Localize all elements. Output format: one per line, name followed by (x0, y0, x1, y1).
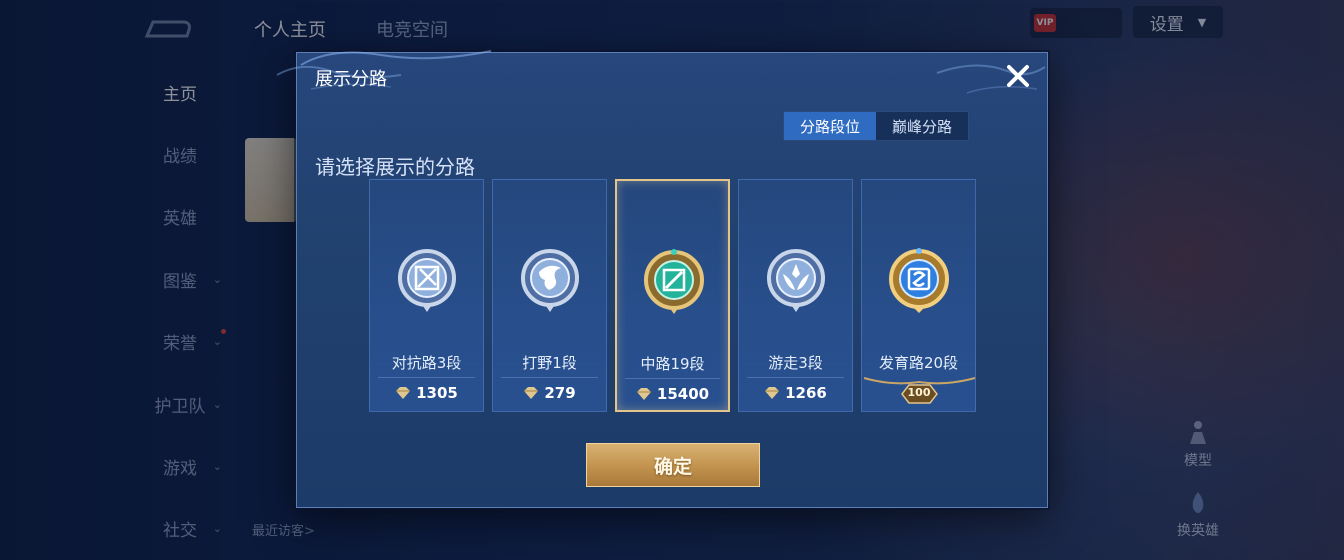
power-gem-icon (396, 387, 411, 399)
segment-control: 分路段位 巅峰分路 (783, 111, 969, 141)
segment-lane-rank[interactable]: 分路段位 (784, 112, 876, 140)
lane-list: 对抗路3段 1305 打野1段 279 中路19段 15400 游走3段 126… (369, 179, 979, 414)
power-gem-icon (765, 387, 780, 399)
lane-score: 15400 (617, 385, 728, 403)
clash-lane-emblem-icon (398, 249, 456, 312)
jungle-emblem-icon (521, 249, 579, 312)
lane-card-jungle[interactable]: 打野1段 279 (492, 179, 607, 412)
divider (747, 377, 844, 378)
dialog-header: 展示分路 (276, 50, 1047, 97)
rank-100-label: 100 (907, 386, 931, 399)
roam-emblem-icon (767, 249, 825, 312)
lane-name: 打野1段 (522, 354, 577, 372)
lane-score: 279 (493, 384, 606, 402)
lane-name: 游走3段 (768, 354, 823, 372)
lane-score: 1305 (370, 384, 483, 402)
power-gem-icon (636, 388, 651, 400)
lane-card-mid[interactable]: 中路19段 15400 (615, 179, 730, 412)
close-icon (1007, 65, 1029, 87)
divider (501, 377, 598, 378)
instruction-text: 请选择展示的分路 (315, 155, 475, 179)
lane-card-roam[interactable]: 游走3段 1266 (738, 179, 853, 412)
lane-name: 发育路20段 (878, 354, 959, 372)
farm-lane-emblem-icon (889, 248, 949, 313)
lane-card-clash[interactable]: 对抗路3段 1305 (369, 179, 484, 412)
dialog-title: 展示分路 (315, 69, 387, 90)
lane-score: 1266 (739, 384, 852, 402)
divider (625, 378, 720, 379)
close-button[interactable] (1003, 61, 1033, 91)
rank-100-banner: 100 (862, 376, 976, 412)
lane-name: 中路19段 (640, 355, 705, 373)
divider (378, 377, 475, 378)
display-lane-dialog: 展示分路 分路段位 巅峰分路 请选择展示的分路 对抗路3段 1305 打野1段 … (276, 50, 1048, 508)
segment-peak-lane[interactable]: 巅峰分路 (876, 112, 968, 140)
power-gem-icon (524, 387, 539, 399)
lane-name: 对抗路3段 (391, 354, 462, 372)
mid-lane-emblem-icon (644, 249, 704, 314)
lane-card-farm[interactable]: 发育路20段 100 (861, 179, 976, 412)
confirm-button[interactable]: 确定 (586, 443, 760, 487)
